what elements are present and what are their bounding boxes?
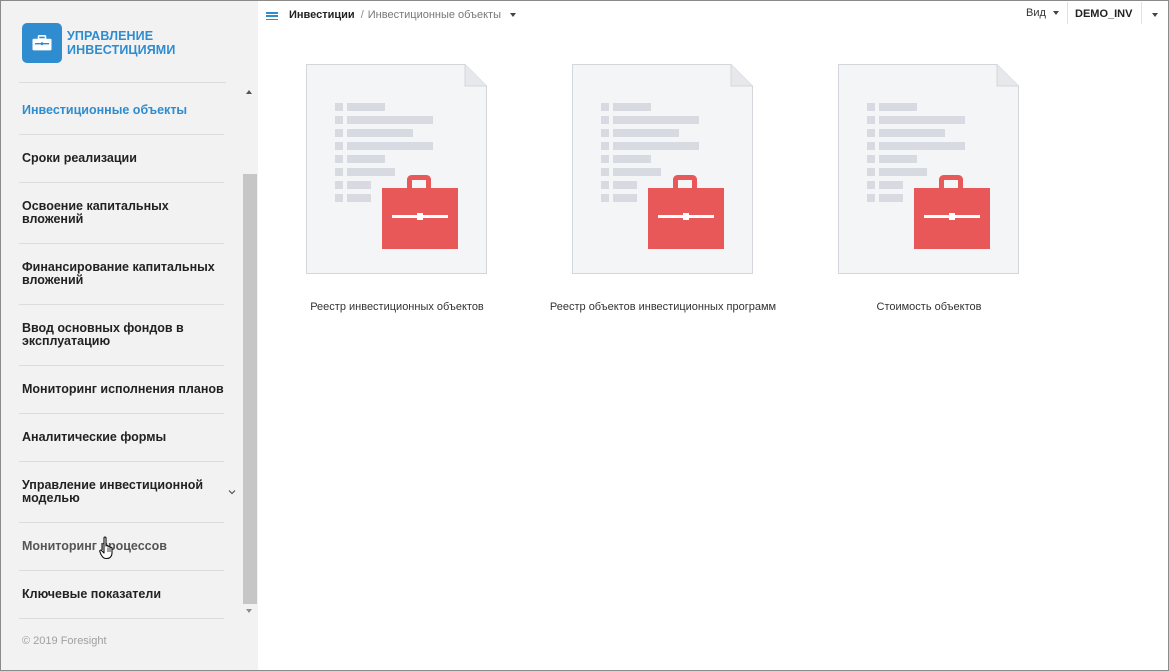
scroll-down-arrow-icon[interactable] — [246, 609, 252, 613]
user-name: DEMO_INV — [1075, 8, 1133, 20]
sidebar-item-model-management[interactable]: Управление инвестиционной моделью — [19, 462, 236, 523]
logo-text: УПРАВЛЕНИЕ ИНВЕСТИЦИЯМИ — [67, 29, 175, 57]
chevron-down-icon[interactable] — [226, 486, 238, 498]
view-menu[interactable]: Вид — [1026, 7, 1059, 19]
sidebar-item-label: Управление инвестиционной моделью — [22, 478, 204, 505]
breadcrumb-current: Инвестиционные объекты — [367, 9, 501, 21]
briefcase-document-icon — [306, 64, 487, 274]
card-caption: Реестр инвестиционных объектов — [310, 301, 484, 313]
sidebar-item-label: Аналитические формы — [22, 430, 167, 444]
hand-cursor-icon — [99, 536, 113, 560]
breadcrumb-separator: / — [360, 9, 364, 21]
sidebar-item-label: Финансирование капитальных вложений — [22, 260, 215, 287]
sidebar-item-process-monitoring[interactable]: Мониторинг процессов — [19, 523, 224, 571]
caret-down-icon — [1052, 11, 1059, 16]
briefcase-document-icon — [572, 64, 753, 274]
sidebar-item-fixed-assets[interactable]: Ввод основных фондов в эксплуатацию — [19, 305, 224, 366]
sidebar-item-label: Освоение капитальных вложений — [22, 199, 169, 226]
app-logo[interactable]: УПРАВЛЕНИЕ ИНВЕСТИЦИЯМИ — [22, 22, 175, 64]
hamburger-menu-icon[interactable] — [266, 12, 278, 21]
sidebar-item-label: Мониторинг исполнения планов — [22, 382, 224, 396]
card-caption: Реестр объектов инвестиционных программ — [549, 301, 777, 313]
scroll-up-arrow-icon[interactable] — [246, 90, 252, 94]
sidebar-item-implementation-terms[interactable]: Сроки реализации — [19, 135, 224, 183]
sidebar-item-capital-development[interactable]: Освоение капитальных вложений — [19, 183, 224, 244]
sidebar-item-plan-monitoring[interactable]: Мониторинг исполнения планов — [19, 366, 224, 414]
briefcase-icon — [22, 23, 62, 63]
breadcrumb-dropdown-icon[interactable] — [510, 13, 516, 18]
sidebar-item-label: Ввод основных фондов в эксплуатацию — [22, 321, 184, 348]
sidebar-item-label: Мониторинг процессов — [22, 539, 167, 553]
user-menu[interactable]: DEMO_INV — [1067, 2, 1142, 24]
sidebar-item-capital-financing[interactable]: Финансирование капитальных вложений — [19, 244, 224, 305]
sidebar-scrollbar[interactable] — [243, 87, 257, 619]
logo-line-1: УПРАВЛЕНИЕ — [67, 29, 154, 43]
sidebar-item-label: Инвестиционные объекты — [22, 103, 188, 117]
sidebar-item-label: Ключевые показатели — [22, 587, 162, 601]
breadcrumb: Инвестиции / Инвестиционные объекты — [289, 9, 516, 21]
sidebar-item-key-indicators[interactable]: Ключевые показатели — [19, 571, 224, 619]
view-menu-label: Вид — [1026, 7, 1046, 19]
briefcase-document-icon — [838, 64, 1019, 274]
card-caption: Стоимость объектов — [876, 301, 982, 313]
breadcrumb-root[interactable]: Инвестиции — [289, 9, 355, 21]
divider — [19, 82, 226, 83]
sidebar-menu: Инвестиционные объекты Сроки реализации … — [1, 87, 243, 619]
scrollbar-thumb[interactable] — [243, 174, 257, 604]
sidebar-item-investment-objects[interactable]: Инвестиционные объекты — [19, 87, 224, 135]
copyright: © 2019 Foresight — [22, 635, 107, 647]
user-menu-caret-icon[interactable] — [1152, 13, 1158, 17]
logo-line-2: ИНВЕСТИЦИЯМИ — [67, 43, 176, 57]
sidebar-item-analytic-forms[interactable]: Аналитические формы — [19, 414, 224, 462]
top-bar: Инвестиции / Инвестиционные объекты Вид DE… — [258, 1, 1168, 29]
sidebar-item-label: Сроки реализации — [22, 151, 137, 165]
sidebar: УПРАВЛЕНИЕ ИНВЕСТИЦИЯМИ Инвестиционные о… — [1, 1, 258, 670]
